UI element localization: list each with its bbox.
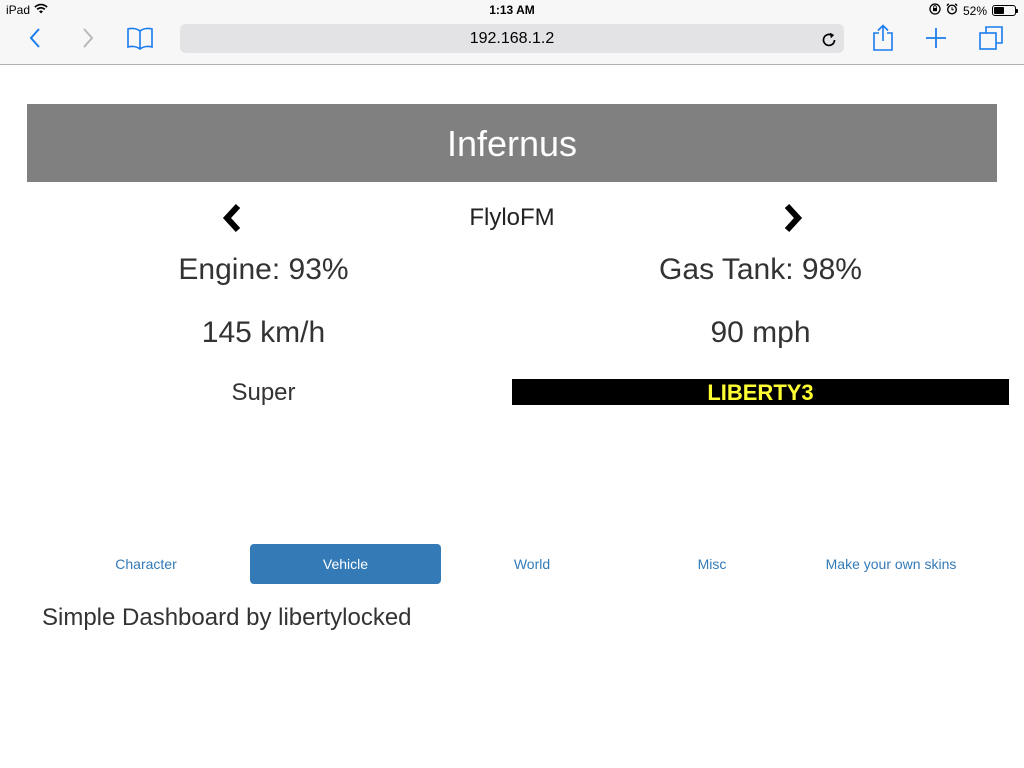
tab-misc[interactable]: Misc xyxy=(627,544,797,584)
engine-health: Engine: 93% xyxy=(178,253,349,286)
radio-station: FlyloFM xyxy=(469,204,555,231)
battery-icon xyxy=(992,5,1018,16)
bookmarks-button[interactable] xyxy=(124,20,156,60)
url-text: 192.168.1.2 xyxy=(469,30,555,47)
tabs-button[interactable] xyxy=(976,20,1006,60)
tabs-icon xyxy=(978,25,1004,56)
battery-percent: 52% xyxy=(962,3,987,18)
reload-icon[interactable] xyxy=(820,29,838,47)
speed-kmh: 145 km/h xyxy=(201,316,326,349)
share-button[interactable] xyxy=(870,20,896,60)
alarm-icon xyxy=(946,3,958,18)
footer-credit: Simple Dashboard by libertylocked xyxy=(42,604,412,631)
back-icon xyxy=(28,27,42,54)
forward-button[interactable] xyxy=(75,20,101,60)
new-tab-button[interactable] xyxy=(923,20,949,60)
nav-tabs: Character Vehicle World Misc Make your o… xyxy=(0,544,1024,584)
tab-vehicle[interactable]: Vehicle xyxy=(250,544,441,584)
speed-mph: 90 mph xyxy=(710,316,811,349)
orientation-lock-icon xyxy=(929,3,941,18)
tab-world[interactable]: World xyxy=(447,544,617,584)
share-icon xyxy=(872,23,894,57)
status-time: 1:13 AM xyxy=(489,3,535,17)
browser-toolbar: 192.168.1.2 xyxy=(0,20,1024,65)
vehicle-class: Super xyxy=(231,379,296,406)
back-button[interactable] xyxy=(22,20,48,60)
vehicle-name-header: Infernus xyxy=(27,104,997,182)
forward-icon xyxy=(81,27,95,54)
tab-character[interactable]: Character xyxy=(51,544,241,584)
address-bar[interactable]: 192.168.1.2 xyxy=(180,24,844,53)
bookmarks-icon xyxy=(126,26,154,55)
next-station-button[interactable] xyxy=(778,203,804,233)
new-tab-icon xyxy=(925,27,947,54)
license-plate: LIBERTY3 xyxy=(512,379,1009,405)
gas-tank-level: Gas Tank: 98% xyxy=(659,253,862,286)
status-bar-right: 52% xyxy=(929,3,1018,18)
chevron-right-icon xyxy=(778,203,804,237)
tab-make-your-own-skins[interactable]: Make your own skins xyxy=(806,544,976,584)
status-bar: iPad 1:13 AM 52% xyxy=(0,0,1024,20)
